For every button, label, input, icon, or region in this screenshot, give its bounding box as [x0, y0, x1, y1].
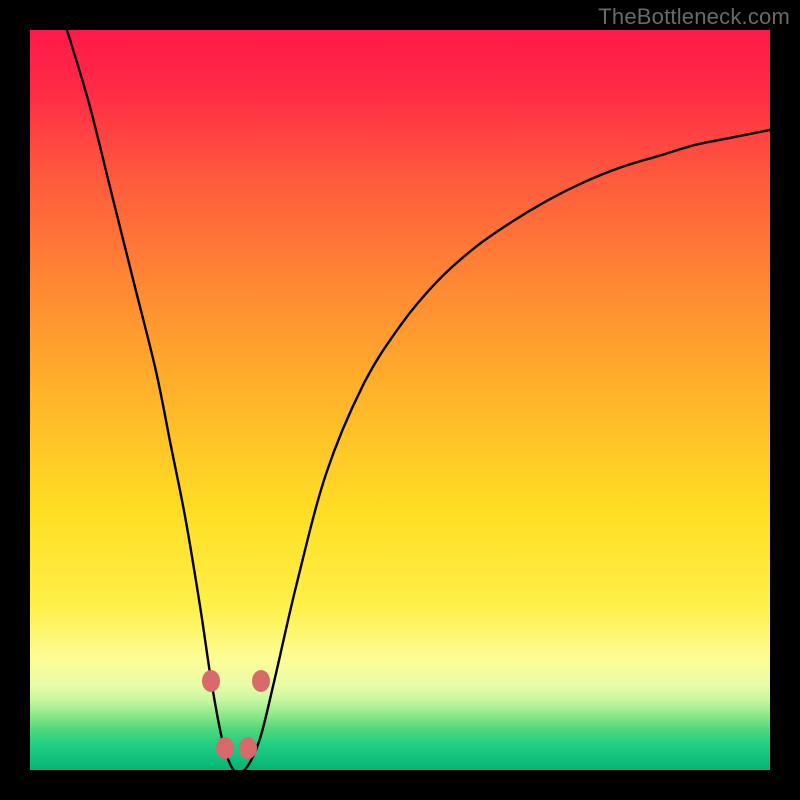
- marker-dot: [239, 737, 257, 759]
- marker-dot: [202, 670, 220, 692]
- plot-area: [30, 30, 770, 770]
- marker-dot: [216, 737, 234, 759]
- watermark-text: TheBottleneck.com: [598, 4, 790, 30]
- marker-dot: [252, 670, 270, 692]
- chart-frame: TheBottleneck.com: [0, 0, 800, 800]
- bottleneck-curve: [30, 30, 770, 770]
